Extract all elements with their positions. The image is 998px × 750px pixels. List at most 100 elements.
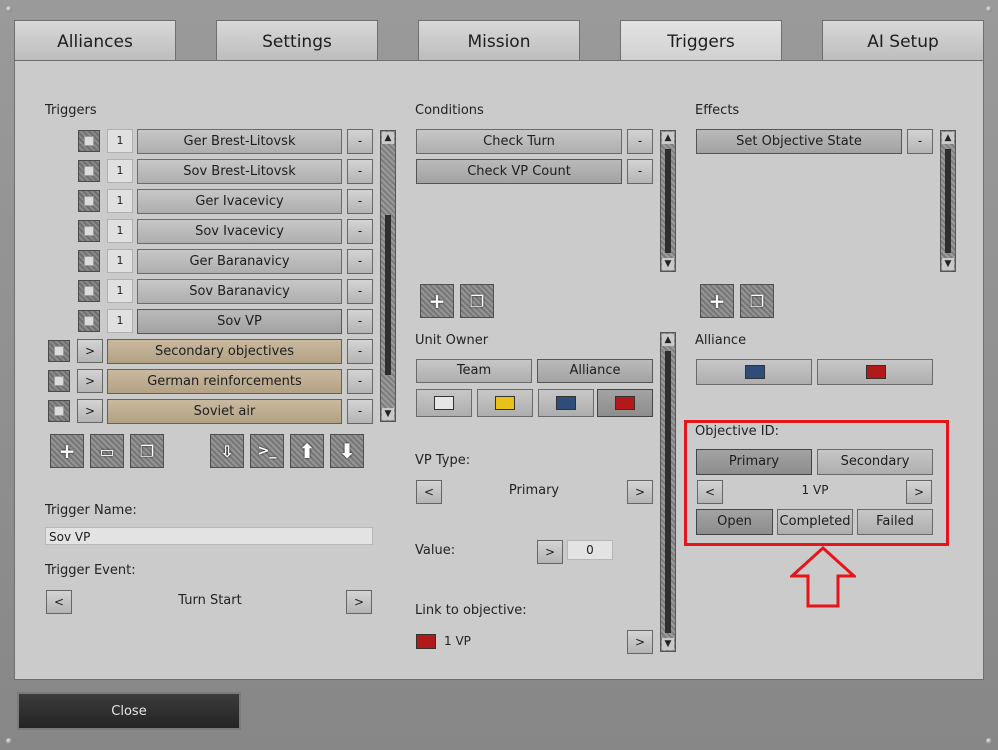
condition-detail-scrollbar[interactable]: ▲ ▼ [660,332,676,652]
effect-set-objective-state[interactable]: Set Objective State [696,129,902,154]
remove-trigger-button[interactable]: - [347,339,373,364]
trigger-enable-checkbox[interactable] [78,280,100,302]
copy-trigger-button[interactable]: ❐ [130,434,164,468]
remove-condition-button[interactable]: - [627,159,653,184]
copy-condition-button[interactable]: ❐ [460,284,494,318]
link-objective-next-button[interactable]: > [627,630,653,654]
owner-color-yellow[interactable] [477,389,533,417]
remove-trigger-button[interactable]: - [347,369,373,394]
add-effect-button[interactable]: + [700,284,734,318]
effects-scrollbar[interactable]: ▲ ▼ [940,130,956,272]
trigger-item[interactable]: Ger Ivacevicy [137,189,342,214]
tab-ai-setup[interactable]: AI Setup [822,20,984,60]
scroll-up-icon[interactable]: ▲ [662,132,674,144]
folder-icon: ▭ [99,441,115,461]
trigger-enable-checkbox[interactable] [78,190,100,212]
tab-triggers[interactable]: Triggers [620,20,782,64]
rivet [986,6,992,12]
tab-mission[interactable]: Mission [418,20,580,60]
copy-icon: ❐ [139,441,155,461]
scroll-thumb[interactable] [665,351,671,633]
scroll-down-icon[interactable]: ▼ [382,408,394,420]
trigger-enable-checkbox[interactable] [78,250,100,272]
scroll-down-icon[interactable]: ▼ [662,638,674,650]
scroll-thumb[interactable] [665,149,671,253]
trigger-enable-checkbox[interactable] [48,370,70,392]
remove-effect-button[interactable]: - [907,129,933,154]
remove-trigger-button[interactable]: - [347,159,373,184]
import-button[interactable]: ⇩ [210,434,244,468]
remove-trigger-button[interactable]: - [347,189,373,214]
remove-trigger-button[interactable]: - [347,279,373,304]
effects-header: Effects [695,103,740,118]
move-down-button[interactable]: ⬇ [330,434,364,468]
value-increment-button[interactable]: > [537,540,563,564]
tab-settings[interactable]: Settings [216,20,378,60]
expand-group-button[interactable]: > [77,339,103,363]
trigger-enable-checkbox[interactable] [48,340,70,362]
remove-trigger-button[interactable]: - [347,129,373,154]
remove-condition-button[interactable]: - [627,129,653,154]
scroll-thumb[interactable] [385,215,391,375]
trigger-name-label: Trigger Name: [45,503,137,518]
remove-trigger-button[interactable]: - [347,399,373,424]
remove-trigger-button[interactable]: - [347,309,373,334]
trigger-enable-checkbox[interactable] [78,310,100,332]
expand-group-button[interactable]: > [77,399,103,423]
scroll-down-icon[interactable]: ▼ [942,258,954,270]
trigger-name-input[interactable]: Sov VP [45,527,373,545]
add-trigger-button[interactable]: + [50,434,84,468]
trigger-enable-checkbox[interactable] [78,130,100,152]
value-input[interactable]: 0 [567,540,613,560]
unit-owner-label: Unit Owner [415,333,489,348]
copy-effect-button[interactable]: ❐ [740,284,774,318]
effect-alliance-blue[interactable] [696,359,812,385]
scroll-up-icon[interactable]: ▲ [382,132,394,144]
trigger-enable-checkbox[interactable] [78,220,100,242]
scroll-up-icon[interactable]: ▲ [662,334,674,346]
tab-alliances[interactable]: Alliances [14,20,176,60]
console-button[interactable]: >_ [250,434,284,468]
trigger-item[interactable]: Sov Baranavicy [137,279,342,304]
vp-type-next-button[interactable]: > [627,480,653,504]
trigger-enable-checkbox[interactable] [78,160,100,182]
link-to-objective-value: 1 VP [444,634,471,648]
trigger-item[interactable]: Ger Brest-Litovsk [137,129,342,154]
color-swatch [866,365,886,379]
team-button[interactable]: Team [416,359,532,383]
move-up-button[interactable]: ⬆ [290,434,324,468]
effect-alliance-red[interactable] [817,359,933,385]
trigger-item[interactable]: Sov Ivacevicy [137,219,342,244]
trigger-item[interactable]: Sov VP [137,309,342,334]
conditions-scrollbar[interactable]: ▲ ▼ [660,130,676,272]
condition-check-turn[interactable]: Check Turn [416,129,622,154]
trigger-group-item[interactable]: German reinforcements [107,369,342,394]
download-icon: ⇩ [220,441,234,461]
trigger-enable-checkbox[interactable] [48,400,70,422]
owner-color-red[interactable] [597,389,653,417]
vp-type-prev-button[interactable]: < [416,480,442,504]
scroll-up-icon[interactable]: ▲ [942,132,954,144]
trigger-group-item[interactable]: Soviet air [107,399,342,424]
trigger-group-item[interactable]: Secondary objectives [107,339,342,364]
remove-trigger-button[interactable]: - [347,219,373,244]
trigger-list-scrollbar[interactable]: ▲ ▼ [380,130,396,422]
trigger-event-prev-button[interactable]: < [46,590,72,614]
scroll-down-icon[interactable]: ▼ [662,258,674,270]
trigger-event-next-button[interactable]: > [346,590,372,614]
folder-button[interactable]: ▭ [90,434,124,468]
condition-check-vp-count[interactable]: Check VP Count [416,159,622,184]
close-button[interactable]: Close [17,692,241,730]
alliance-button[interactable]: Alliance [537,359,653,383]
expand-group-button[interactable]: > [77,369,103,393]
value-label: Value: [415,543,456,558]
owner-color-blue[interactable] [538,389,594,417]
trigger-event-label: Trigger Event: [45,563,136,578]
trigger-item[interactable]: Ger Baranavicy [137,249,342,274]
add-condition-button[interactable]: + [420,284,454,318]
remove-trigger-button[interactable]: - [347,249,373,274]
highlight-box [684,420,949,546]
scroll-thumb[interactable] [945,149,951,253]
owner-color-white[interactable] [416,389,472,417]
trigger-item[interactable]: Sov Brest-Litovsk [137,159,342,184]
